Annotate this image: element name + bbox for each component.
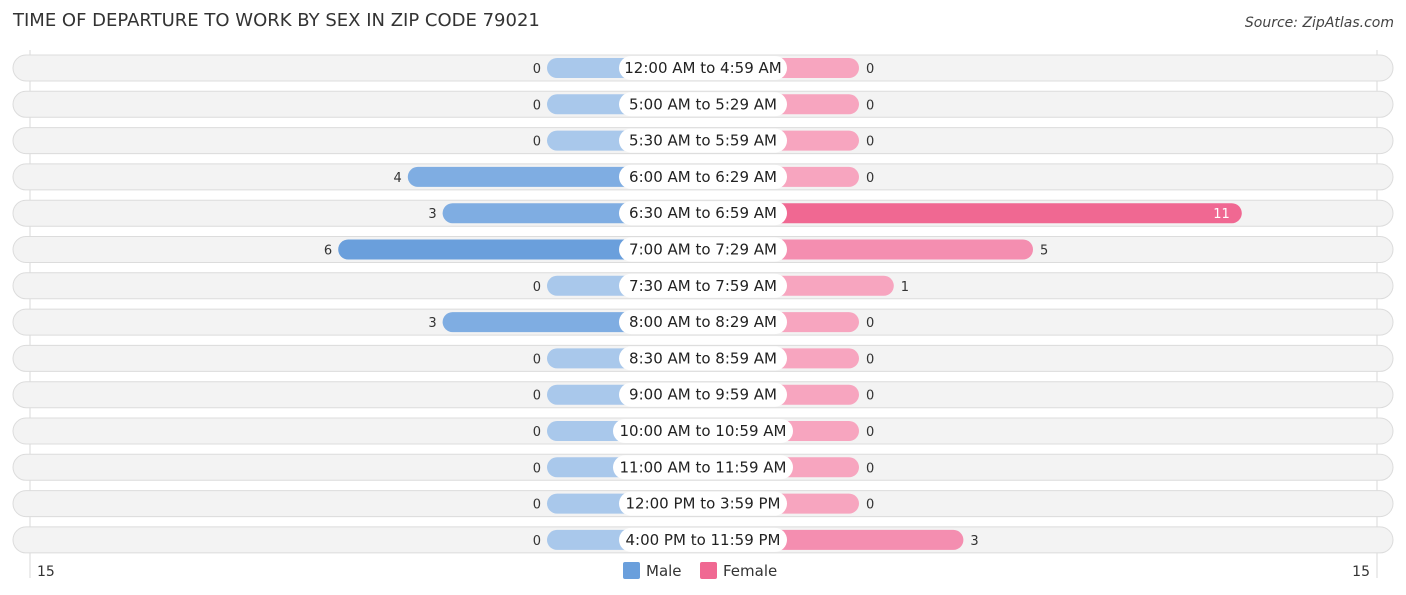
male-value-label: 6 [324,244,332,259]
category-label: 4:00 PM to 11:59 PM [625,531,780,549]
chart: 12:00 AM to 4:59 AM 0 0 5:00 AM to 5:29 AM 0… [12,50,1394,580]
female-value-label: 0 [866,316,874,331]
category-label: 9:00 AM to 9:59 AM [629,386,777,404]
category-label: 12:00 AM to 4:59 AM [624,59,781,77]
axis-label-left: 15 [37,564,55,580]
female-value-label: 0 [866,498,874,513]
male-value-label: 0 [533,352,541,367]
category-label: 12:00 PM to 3:59 PM [625,495,780,513]
female-value-label: 0 [866,135,874,150]
female-value-label: 5 [1040,244,1048,259]
male-value-label: 0 [533,135,541,150]
male-value-label: 4 [394,171,402,186]
male-value-label: 0 [533,280,541,295]
male-value-label: 0 [533,62,541,77]
category-label: 5:30 AM to 5:59 AM [629,132,777,150]
category-label: 11:00 AM to 11:59 AM [620,458,787,476]
female-value-label: 0 [866,425,874,440]
legend-male-label: Male [646,562,682,580]
legend-male-swatch [623,562,640,579]
category-label: 8:00 AM to 8:29 AM [629,313,777,331]
axis-label-right: 15 [1352,564,1370,580]
male-value-label: 3 [428,207,436,222]
category-label: 5:00 AM to 5:29 AM [629,95,777,113]
category-label: 8:30 AM to 8:59 AM [629,349,777,367]
male-value-label: 3 [428,316,436,331]
female-value-label: 1 [901,280,909,295]
female-value-label: 11 [1213,207,1230,222]
male-value-label: 0 [533,498,541,513]
category-label: 7:00 AM to 7:29 AM [629,241,777,259]
male-value-label: 0 [533,389,541,404]
male-value-label: 0 [533,534,541,549]
female-value-label: 0 [866,461,874,476]
female-value-label: 0 [866,62,874,77]
male-value-label: 0 [533,461,541,476]
category-label: 6:00 AM to 6:29 AM [629,168,777,186]
category-label: 7:30 AM to 7:59 AM [629,277,777,295]
category-label: 10:00 AM to 10:59 AM [620,422,787,440]
category-label: 6:30 AM to 6:59 AM [629,204,777,222]
legend-female-label: Female [723,562,777,580]
female-value-label: 0 [866,389,874,404]
legend-female-swatch [700,562,717,579]
female-value-label: 0 [866,171,874,186]
male-value-label: 0 [533,98,541,113]
female-value-label: 0 [866,352,874,367]
female-value-label: 0 [866,98,874,113]
female-value-label: 3 [970,534,978,549]
male-value-label: 0 [533,425,541,440]
